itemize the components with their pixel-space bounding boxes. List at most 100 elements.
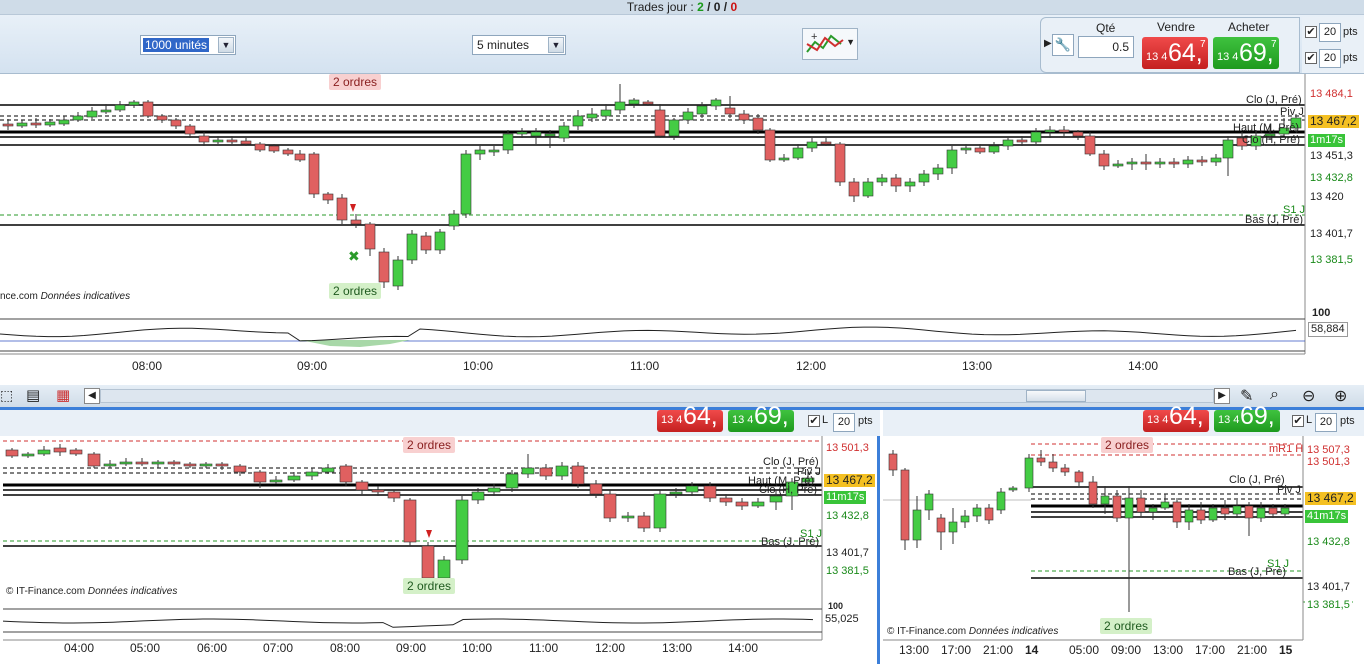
bl-candle (437, 559, 451, 579)
candle (30, 122, 42, 126)
br-candle (984, 507, 994, 521)
br-candle (1208, 507, 1218, 521)
candle (764, 129, 776, 161)
scroll-right-button[interactable]: ▶ (1214, 388, 1230, 404)
candle (58, 119, 70, 125)
br-level-bas: Bas (J, Pré) (1228, 566, 1287, 578)
br-candle (1148, 507, 1158, 513)
bl-candle (103, 463, 117, 467)
bl-sell-arrow-icon (426, 530, 432, 538)
bl-candle (751, 501, 765, 507)
orders-badge-bottom[interactable]: 2 ordres (329, 283, 382, 299)
x-label: 14:00 (1128, 359, 1159, 373)
br-level-piv: Piv J (1277, 484, 1301, 496)
candle (1098, 153, 1110, 167)
bl-candle (653, 493, 667, 529)
quantity-input[interactable]: 0.5 (1078, 36, 1134, 58)
candle (488, 149, 500, 153)
chevron-down-icon[interactable]: ▼ (846, 37, 855, 47)
bl-candle (539, 467, 553, 477)
candle (322, 193, 334, 201)
br-candle (900, 469, 910, 541)
bl-candle (253, 471, 267, 483)
br-y-label: 13 381,5 (1305, 599, 1352, 612)
br-candle (1172, 501, 1182, 523)
stop-pts-input[interactable]: 20 (1319, 23, 1341, 42)
candle (820, 141, 832, 145)
main-chart[interactable]: ✖ 2 ordres 2 ordres nce.com Données indi… (0, 74, 1364, 385)
candle (932, 167, 944, 175)
br-watermark: © IT-Finance.com Données indicatives (887, 626, 1059, 637)
bl-candle (421, 545, 435, 579)
chart-indicator-icon: + (806, 31, 844, 53)
candle (212, 139, 224, 143)
candle (100, 109, 112, 113)
limit-pts-input[interactable]: 20 (1319, 49, 1341, 68)
br-candle (888, 453, 898, 471)
candle (778, 157, 790, 161)
br-y-label: 13 501,3 (1305, 456, 1352, 469)
bl-candle (487, 487, 501, 493)
bl-candle (53, 447, 67, 453)
chevron-down-icon[interactable]: ▼ (218, 37, 234, 53)
sell-button[interactable]: 13 4 64, 7 (1142, 37, 1208, 69)
bl-candle (505, 473, 519, 489)
bl-x-label: 09:00 (396, 641, 427, 655)
br-candle (1036, 457, 1046, 463)
candle (974, 147, 986, 153)
candle (448, 213, 460, 227)
br-orders-badge-top[interactable]: 2 ordres (1101, 437, 1154, 453)
bl-candle (339, 465, 353, 483)
bl-candle (637, 515, 651, 529)
candle (738, 113, 750, 121)
expand-arrow-icon[interactable]: ▶ (1044, 38, 1052, 49)
quantity-select[interactable]: 1000 unités ▼ (140, 35, 236, 55)
candle (502, 133, 514, 151)
bl-x-label: 13:00 (662, 641, 693, 655)
br-orders-badge-bottom[interactable]: 2 ordres (1100, 618, 1153, 634)
zoom-out-icon[interactable]: ⊖ (1302, 386, 1315, 406)
bl-orders-badge-top[interactable]: 2 ordres (403, 437, 456, 453)
bl-orders-badge-bottom[interactable]: 2 ordres (403, 578, 456, 594)
zoom-in-icon[interactable]: ⊕ (1334, 386, 1347, 406)
candle (710, 99, 722, 107)
bottom-right-chart[interactable]: 13 4 64, 13 4 69, ✔ L 20 pts 2 ordres 2 … (883, 402, 1364, 664)
layout-icon[interactable]: ▦ (56, 386, 70, 404)
limit-checkbox[interactable]: ✔ (1305, 52, 1317, 64)
scroll-track[interactable] (100, 389, 1214, 403)
scroll-thumb[interactable] (1026, 390, 1086, 402)
notes-icon[interactable]: ▤ (26, 386, 40, 404)
candle (904, 181, 916, 187)
bl-x-label: 06:00 (197, 641, 228, 655)
bl-candle (403, 499, 417, 543)
interval-select[interactable]: 5 minutes ▼ (472, 35, 566, 55)
bl-candle (455, 499, 469, 561)
status-bar: Trades jour : 2 / 0 / 0 (0, 0, 1364, 15)
br-candle (960, 515, 970, 523)
candle (1058, 129, 1070, 133)
chart-scrollbar: ⬚ ▤ ▦ ◀ ▶ ✎ ⌕ ⊖ ⊕ (0, 385, 1364, 410)
level-label-piv: Piv J (1280, 106, 1304, 118)
x-label: 10:00 (463, 359, 494, 373)
cursor-tool-icon[interactable]: ⬚ (0, 387, 13, 404)
br-candle (1100, 495, 1110, 505)
br-candle (1196, 509, 1206, 521)
br-candle (1074, 471, 1084, 483)
bl-candle (21, 453, 35, 457)
bl-y-label: 13 432,8 (824, 510, 871, 523)
chevron-down-icon[interactable]: ▼ (548, 37, 564, 53)
bl-candle (287, 475, 301, 481)
level-label-clo: Clo (J, Pré) (1246, 94, 1302, 106)
candle (184, 125, 196, 135)
stop-checkbox[interactable]: ✔ (1305, 26, 1317, 38)
indicator-button[interactable]: + ▼ (802, 28, 858, 60)
scroll-left-button[interactable]: ◀ (84, 388, 100, 404)
br-candle (1112, 495, 1122, 519)
br-candle (1268, 507, 1278, 515)
bl-candle (69, 449, 83, 455)
br-candle (948, 521, 958, 533)
bottom-left-chart[interactable]: 13 4 64, 13 4 69, ✔ L 20 pts 2 ordres 2 … (0, 402, 880, 664)
wrench-icon[interactable]: 🔧 (1052, 34, 1074, 56)
orders-badge-top[interactable]: 2 ordres (329, 74, 382, 90)
buy-button[interactable]: 13 4 69, 7 (1213, 37, 1279, 69)
